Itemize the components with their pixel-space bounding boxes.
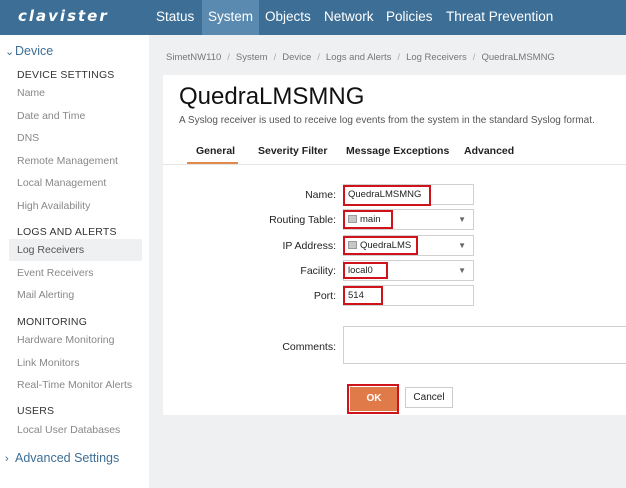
highlight-box-ip-address: [343, 236, 418, 255]
sidebar-item-event-receivers[interactable]: Event Receivers: [17, 267, 93, 279]
sidebar-advanced-label: Advanced Settings: [15, 451, 120, 465]
nav-policies[interactable]: Policies: [380, 0, 439, 35]
sidebar-item-local-management[interactable]: Local Management: [17, 177, 106, 189]
sidebar-item-dns[interactable]: DNS: [17, 132, 39, 144]
sidebar: [0, 35, 149, 488]
chevron-right-icon: ›: [5, 453, 9, 465]
tab-severity-filter[interactable]: Severity Filter: [258, 145, 327, 157]
sidebar-item-remote-management[interactable]: Remote Management: [17, 155, 118, 167]
breadcrumb-item[interactable]: SimetNW110: [166, 52, 221, 63]
sidebar-item-link-monitors[interactable]: Link Monitors: [17, 357, 79, 369]
chevron-down-icon: ⌄: [5, 46, 15, 58]
breadcrumb-item[interactable]: System: [236, 52, 268, 63]
chevron-down-icon: ▼: [458, 241, 466, 250]
tab-general[interactable]: General: [196, 145, 235, 157]
page-title: QuedraLMSMNG: [179, 83, 365, 110]
breadcrumb-item[interactable]: Logs and Alerts: [326, 52, 392, 63]
port-label: Port:: [313, 290, 336, 302]
active-tab-indicator: [187, 162, 238, 164]
cancel-button[interactable]: Cancel: [405, 387, 453, 408]
breadcrumb-current: QuedraLMSMNG: [481, 52, 555, 63]
chevron-down-icon: ▼: [458, 215, 466, 224]
nav-objects[interactable]: Objects: [259, 0, 317, 35]
sidebar-item-real-time-monitor-alerts[interactable]: Real-Time Monitor Alerts: [17, 379, 132, 391]
tab-advanced[interactable]: Advanced: [464, 145, 514, 157]
highlight-box-ok: [347, 384, 399, 414]
nav-status[interactable]: Status: [150, 0, 200, 35]
tabs-divider: [163, 164, 626, 165]
highlight-box-facility: [343, 262, 388, 279]
facility-label: Facility:: [300, 265, 336, 277]
sidebar-heading-logs-and-alerts: LOGS AND ALERTS: [17, 226, 117, 238]
page-description: A Syslog receiver is used to receive log…: [179, 115, 595, 126]
sidebar-item-log-receivers[interactable]: Log Receivers: [17, 244, 84, 256]
comments-textarea[interactable]: [343, 326, 626, 364]
tab-message-exceptions[interactable]: Message Exceptions: [346, 145, 449, 157]
sidebar-item-high-availability[interactable]: High Availability: [17, 200, 90, 212]
highlight-box-routing-table: [343, 210, 393, 229]
routing-table-label: Routing Table:: [269, 214, 336, 226]
sidebar-item-local-user-databases[interactable]: Local User Databases: [17, 424, 120, 436]
comments-label: Comments:: [282, 341, 336, 353]
chevron-down-icon: ▼: [458, 266, 466, 275]
highlight-box-name: [343, 185, 431, 206]
sidebar-advanced-settings-toggle[interactable]: › Advanced Settings: [5, 451, 119, 465]
clavister-logo: clavister: [18, 7, 109, 25]
sidebar-heading-device-settings: DEVICE SETTINGS: [17, 69, 115, 81]
highlight-box-port: [343, 286, 383, 305]
ip-address-label: IP Address:: [282, 240, 336, 252]
breadcrumb-item[interactable]: Device: [282, 52, 311, 63]
breadcrumb: SimetNW110/System / Device / Logs and Alerts…: [166, 52, 555, 63]
sidebar-item-hardware-monitoring[interactable]: Hardware Monitoring: [17, 334, 114, 346]
breadcrumb-item[interactable]: Log Receivers: [406, 52, 467, 63]
sidebar-device-label: Device: [15, 44, 54, 58]
top-nav-bar: clavister Status System Objects Network …: [0, 0, 626, 35]
sidebar-item-mail-alerting[interactable]: Mail Alerting: [17, 289, 74, 301]
nav-system[interactable]: System: [202, 0, 260, 35]
nav-network[interactable]: Network: [318, 0, 380, 35]
sidebar-item-name[interactable]: Name: [17, 87, 45, 99]
name-label: Name:: [305, 189, 336, 201]
sidebar-device-toggle[interactable]: ⌄Device: [5, 44, 53, 58]
sidebar-heading-users: USERS: [17, 405, 55, 417]
sidebar-item-date-and-time[interactable]: Date and Time: [17, 110, 85, 122]
sidebar-heading-monitoring: MONITORING: [17, 316, 88, 328]
nav-threat-prevention[interactable]: Threat Prevention: [440, 0, 559, 35]
